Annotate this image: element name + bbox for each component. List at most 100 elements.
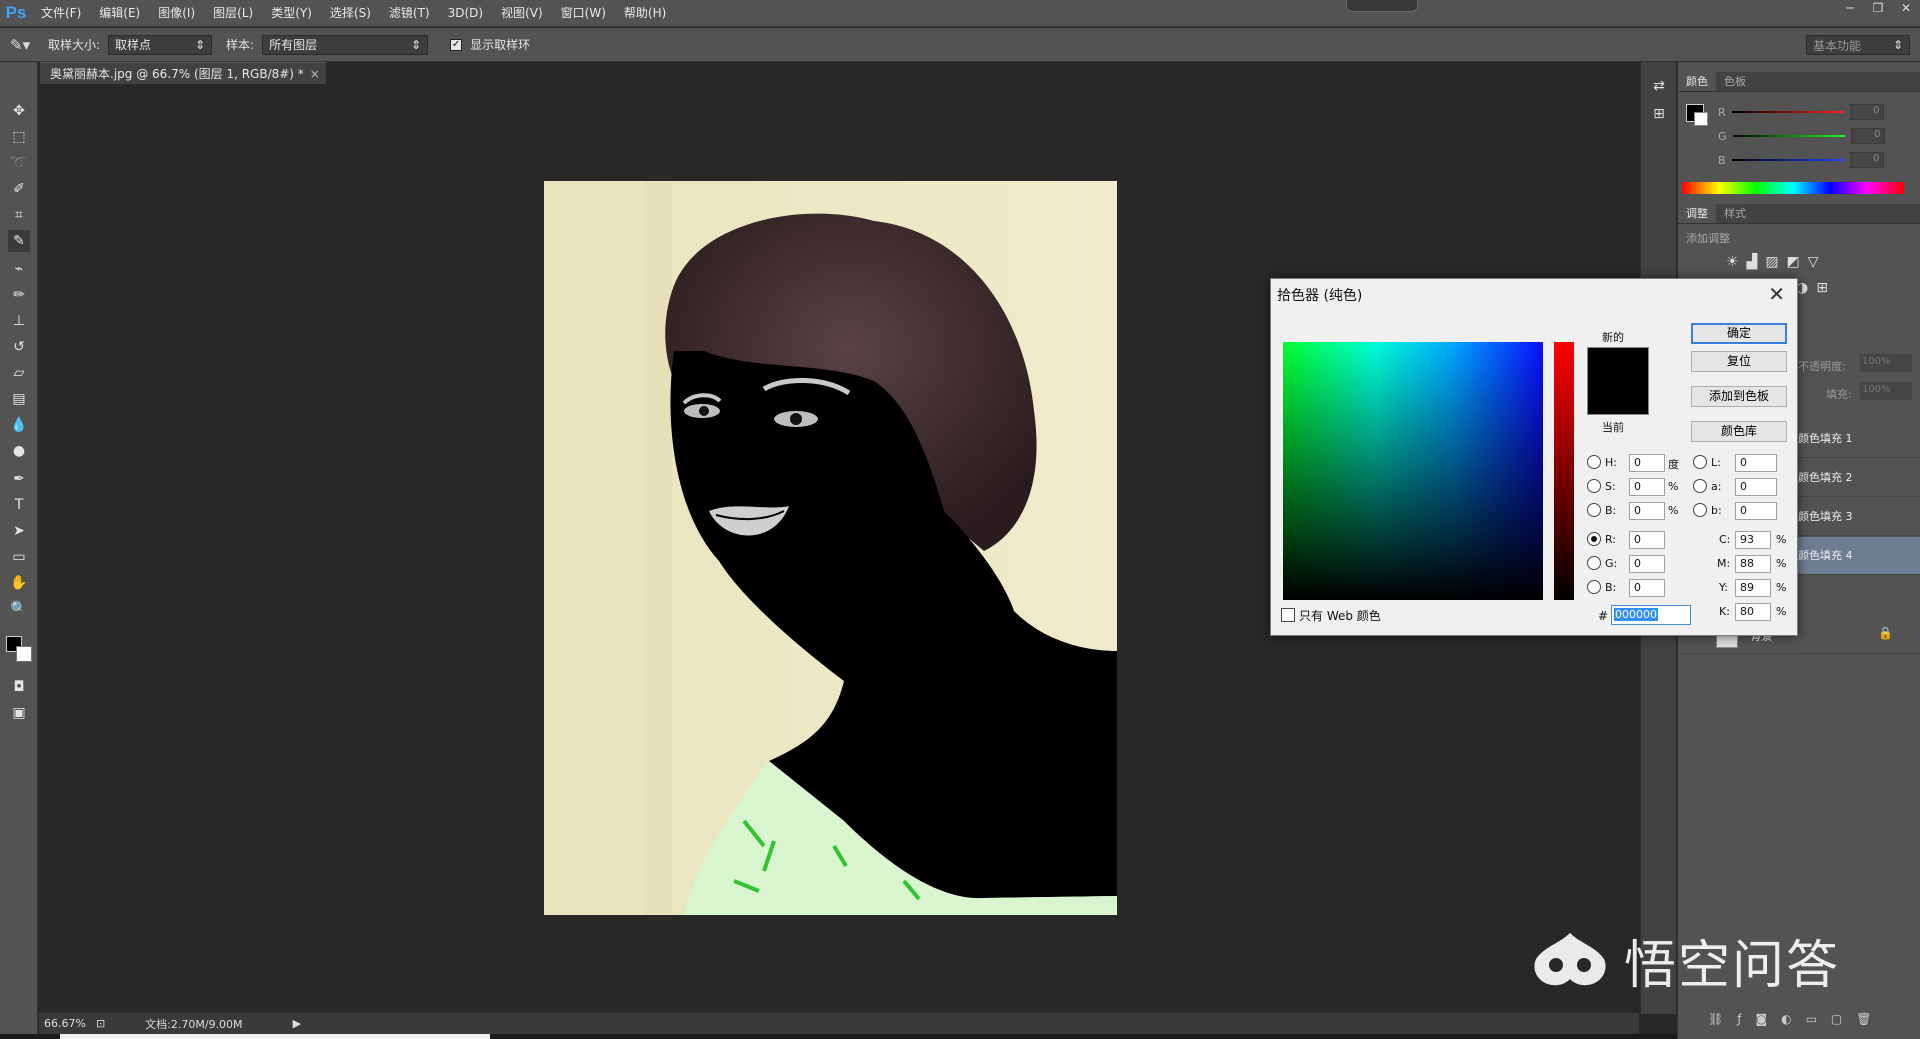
s-radio[interactable] [1587,479,1601,493]
menu-edit[interactable]: 编辑(E) [90,0,149,27]
menu-filter[interactable]: 滤镜(T) [380,0,439,27]
brightness-input[interactable]: 0 [1629,502,1665,520]
y-input[interactable]: 89 [1735,579,1771,597]
adjustment-icons-row-2[interactable]: ◑⊞ [1796,280,1836,296]
stamp-tool-icon[interactable]: ⊥ [8,310,30,332]
restore-button[interactable]: ❐ [1864,0,1892,17]
minimize-button[interactable]: ─ [1836,0,1864,17]
lasso-tool-icon[interactable]: ➰ [8,152,30,174]
color-field[interactable] [1283,342,1543,600]
hue-slider[interactable] [1554,342,1574,600]
layer-panel-footer-icons[interactable]: ⛓ƒ◙◐▭▢🗑 [1708,1012,1885,1026]
r-track[interactable] [1731,111,1844,113]
m-input[interactable]: 88 [1735,555,1771,573]
close-icon[interactable]: × [310,63,320,85]
brush-tool-icon[interactable]: ✏ [8,284,30,306]
hex-input[interactable]: 000000 [1611,605,1691,625]
l-input[interactable]: 0 [1735,454,1777,472]
document-tab[interactable]: 奥黛丽赫本.jpg @ 66.7% (图层 1, RGB/8#) * × [40,62,326,84]
eyedropper-icon[interactable]: ✎▾ [10,36,40,54]
adjustment-icons-row[interactable]: ☀▟▨◩▽ [1726,254,1827,270]
pen-tool-icon[interactable]: ✒ [8,468,30,490]
eyedropper-tool-icon[interactable]: ✎ [8,230,30,252]
zoom-tool-icon[interactable]: 🔍 [8,598,30,620]
quick-select-tool-icon[interactable]: ✐ [8,178,30,200]
eraser-tool-icon[interactable]: ▱ [8,362,30,384]
sample-size-select[interactable]: 取样点 ⇕ [108,34,213,55]
g-track[interactable] [1732,135,1845,137]
reset-button[interactable]: 复位 [1691,351,1787,372]
bg-color-chip[interactable] [1694,112,1708,126]
screen-mode-icon[interactable]: ▣ [8,702,30,724]
history-panel-icon[interactable]: ⇄ [1649,78,1669,98]
fill-input[interactable]: 100% [1860,382,1912,400]
close-window-button[interactable]: ✕ [1892,0,1920,17]
g-radio[interactable] [1587,556,1601,570]
g-slider-row[interactable]: G 0 [1718,128,1885,144]
menu-layer[interactable]: 图层(L) [204,0,262,27]
workspace-select[interactable]: 基本功能 ⇕ [1806,35,1910,55]
menu-view[interactable]: 视图(V) [492,0,552,27]
lab-b-radio[interactable] [1693,503,1707,517]
blue-input[interactable]: 0 [1629,579,1665,597]
b-radio[interactable] [1587,503,1601,517]
quick-mask-icon[interactable]: ◘ [8,676,30,698]
marquee-tool-icon[interactable]: ⬚ [8,126,30,148]
red-input[interactable]: 0 [1629,531,1665,549]
spectrum-bar[interactable] [1682,182,1904,194]
tab-color[interactable]: 颜色 [1678,72,1716,91]
menu-select[interactable]: 选择(S) [321,0,380,27]
type-tool-icon[interactable]: T [8,494,30,516]
b-value[interactable]: 0 [1849,152,1884,168]
a-radio[interactable] [1693,479,1707,493]
menu-window[interactable]: 窗口(W) [552,0,615,27]
s-input[interactable]: 0 [1629,478,1665,496]
color-libraries-button[interactable]: 颜色库 [1691,421,1787,442]
h-radio[interactable] [1587,455,1601,469]
dodge-tool-icon[interactable]: ● [8,440,30,462]
l-radio[interactable] [1693,455,1707,469]
close-icon[interactable]: ✕ [1768,282,1785,306]
r-slider-row[interactable]: R 0 [1718,104,1884,120]
status-arrow-icon[interactable]: ▶ [293,1017,301,1030]
properties-panel-icon[interactable]: ⊞ [1649,106,1669,126]
g-value[interactable]: 0 [1850,128,1885,144]
green-input[interactable]: 0 [1629,555,1665,573]
blue-radio[interactable] [1587,580,1601,594]
document-image[interactable] [544,181,1117,915]
move-tool-icon[interactable]: ✥ [8,100,30,122]
b-slider-row[interactable]: B 0 [1718,152,1884,168]
crop-tool-icon[interactable]: ⌗ [8,204,30,226]
shape-tool-icon[interactable]: ▭ [8,546,30,568]
path-select-tool-icon[interactable]: ➤ [8,520,30,542]
menu-3d[interactable]: 3D(D) [439,0,492,27]
a-input[interactable]: 0 [1735,478,1777,496]
ok-button[interactable]: 确定 [1691,323,1787,344]
menu-image[interactable]: 图像(I) [149,0,204,27]
hand-tool-icon[interactable]: ✋ [8,572,30,594]
show-ring-checkbox[interactable]: ✓ [450,38,463,51]
sample-select[interactable]: 所有图层 ⇕ [262,34,429,55]
tab-swatches[interactable]: 色板 [1716,72,1754,91]
web-colors-checkbox[interactable] [1281,608,1295,622]
b-track[interactable] [1731,159,1844,161]
blur-tool-icon[interactable]: 💧 [8,414,30,436]
tab-adjustments[interactable]: 调整 [1678,204,1716,223]
menu-help[interactable]: 帮助(H) [615,0,675,27]
opacity-input[interactable]: 100% [1860,354,1912,372]
r-value[interactable]: 0 [1849,104,1884,120]
menu-file[interactable]: 文件(F) [32,0,90,27]
healing-brush-tool-icon[interactable]: ⌁ [8,258,30,280]
add-to-swatches-button[interactable]: 添加到色板 [1691,386,1787,407]
background-color-swatch[interactable] [16,646,32,662]
tab-styles[interactable]: 样式 [1716,204,1754,223]
h-input[interactable]: 0 [1629,454,1665,472]
history-brush-tool-icon[interactable]: ↺ [8,336,30,358]
gradient-tool-icon[interactable]: ▤ [8,388,30,410]
c-input[interactable]: 93 [1735,531,1771,549]
r-radio[interactable] [1587,532,1601,546]
lab-b-input[interactable]: 0 [1735,502,1777,520]
menu-type[interactable]: 类型(Y) [262,0,321,27]
k-input[interactable]: 80 [1735,603,1771,621]
zoom-level[interactable]: 66.67% [44,1017,86,1030]
